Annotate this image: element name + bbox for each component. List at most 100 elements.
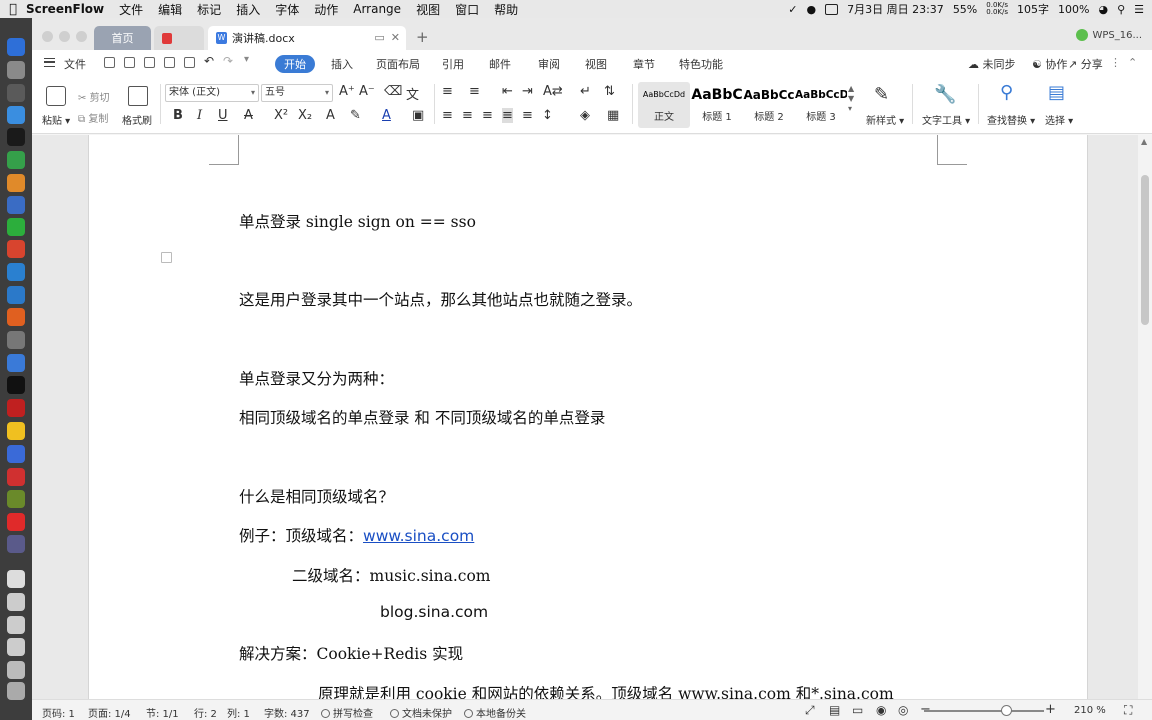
chrome-icon[interactable] — [7, 196, 25, 214]
fit-page-icon[interactable]: ⤢ — [805, 703, 815, 718]
sina-link[interactable]: www.sina.com — [363, 527, 474, 545]
align-left-icon[interactable]: ≡ — [442, 108, 453, 123]
doc-line-solution[interactable]: 解决方案：Cookie+Redis 实现 — [239, 642, 463, 664]
text-tools-button[interactable]: 文字工具 ▾ — [922, 112, 970, 127]
eye-care-icon[interactable]: ◎ — [898, 703, 908, 717]
menu-arrange[interactable]: Arrange — [353, 2, 401, 16]
doc-line-second-level[interactable]: 二级域名：music.sina.com — [292, 564, 490, 586]
zoom-level[interactable]: 210 % — [1074, 705, 1106, 716]
doc-line-definition[interactable]: 这是用户登录其中一个站点，那么其他站点也就随之登录。 — [239, 288, 642, 310]
new-file-icon[interactable] — [104, 57, 115, 68]
doc-line-question[interactable]: 什么是相同顶级域名？ — [239, 485, 394, 507]
folder-icon[interactable] — [7, 616, 25, 634]
select-icon[interactable]: ▤ — [1048, 82, 1065, 103]
find-icon[interactable]: ⚲ — [1000, 82, 1013, 103]
m-app-icon[interactable] — [7, 263, 25, 281]
justify-icon[interactable]: ≡ — [502, 108, 513, 123]
more-options-icon[interactable]: ⋮ — [1110, 56, 1121, 69]
terminal-icon[interactable] — [7, 376, 25, 394]
text-effect-icon[interactable]: A — [326, 108, 335, 123]
finder-icon[interactable] — [7, 38, 25, 56]
bell-icon[interactable]: ● — [807, 3, 817, 16]
paragraph-options-icon[interactable] — [161, 252, 172, 263]
document-protection[interactable]: 文档未保护 — [390, 705, 452, 720]
tab-home[interactable]: 首页 — [94, 26, 151, 50]
export-pdf-icon[interactable] — [164, 57, 175, 68]
tab-start[interactable]: 开始 — [275, 55, 315, 73]
bullet-list-icon[interactable]: ≡ — [442, 84, 453, 99]
paste-button[interactable]: 粘贴 ▾ — [42, 112, 70, 127]
zoom-slider[interactable] — [924, 710, 1044, 712]
clear-format-icon[interactable]: ⌫ — [384, 84, 402, 99]
highlight-icon[interactable]: ✎ — [350, 108, 361, 123]
new-style-icon[interactable]: ✎ — [874, 84, 889, 105]
open-icon[interactable] — [124, 57, 135, 68]
chinese-layout-icon[interactable]: A⇄ — [543, 84, 563, 99]
zoom-in-button[interactable]: + — [1045, 702, 1056, 717]
share-button[interactable]: ↗ 分享 — [1068, 56, 1103, 72]
style-heading1[interactable]: AaBbC 标题 1 — [691, 82, 743, 128]
quick-access-more-icon[interactable]: ▾ — [244, 54, 249, 65]
menu-app[interactable]: ScreenFlow — [26, 2, 104, 16]
style-heading3[interactable]: AaBbCcD 标题 3 — [795, 82, 847, 128]
wps-icon[interactable] — [7, 240, 25, 258]
account-badge[interactable]: WPS_16... — [1076, 29, 1142, 41]
local-backup[interactable]: 本地备份关 — [464, 705, 526, 720]
cut-button[interactable]: ✂ 剪切 — [78, 89, 110, 104]
phonetic-icon[interactable]: 文 — [406, 84, 419, 103]
italic-icon[interactable]: I — [197, 108, 202, 123]
menu-file[interactable]: 文件 — [119, 1, 143, 18]
subscript-icon[interactable]: X₂ — [298, 108, 312, 123]
show-marks-icon[interactable]: ↵ — [580, 84, 591, 99]
hamburger-icon[interactable] — [44, 58, 55, 67]
underline-icon[interactable]: U — [218, 108, 228, 123]
tab-document[interactable]: W 演讲稿.docx ▭ ✕ — [208, 26, 406, 50]
close-window-button[interactable] — [42, 31, 53, 42]
trash-icon[interactable] — [7, 682, 25, 700]
decrease-indent-icon[interactable]: ⇤ — [502, 84, 513, 99]
wifi-icon[interactable]: ◕ — [1098, 3, 1108, 16]
web-view-icon[interactable]: ◉ — [876, 703, 886, 717]
styles-scroll-icon[interactable]: ▲ ▼ ▾ — [848, 84, 854, 114]
status-page-code[interactable]: 页码: 1 — [42, 705, 75, 720]
search-icon[interactable]: ⚲ — [1117, 3, 1125, 16]
doc-line-example[interactable]: 例子：顶级域名：www.sina.com — [239, 524, 474, 546]
doc-line-blog[interactable]: blog.sina.com — [380, 603, 488, 621]
distribute-icon[interactable]: ≡ — [522, 108, 533, 123]
wechat-icon[interactable] — [7, 218, 25, 236]
bold-icon[interactable]: B — [173, 108, 183, 123]
vertical-scrollbar[interactable]: ▲ — [1138, 135, 1152, 699]
settings-icon[interactable] — [7, 84, 25, 102]
recorder-icon[interactable] — [7, 399, 25, 417]
menu-view[interactable]: 视图 — [416, 1, 440, 18]
numbered-list-icon[interactable]: ≡ — [469, 84, 480, 99]
format-painter-label[interactable]: 格式刷 — [122, 112, 152, 127]
tab-mail[interactable]: 邮件 — [489, 56, 511, 72]
doc-line-principle[interactable]: 原理就是利用 cookie 和网站的依赖关系。顶级域名 www.sina.com… — [318, 682, 894, 699]
scrollbar-thumb[interactable] — [1141, 175, 1149, 325]
collapse-ribbon-icon[interactable]: ⌃ — [1128, 56, 1137, 69]
screenshot-icon[interactable] — [7, 593, 25, 611]
photos-icon[interactable] — [7, 535, 25, 553]
apple-icon[interactable]:  — [0, 2, 26, 17]
tab-pdf[interactable] — [154, 26, 204, 50]
preview-icon[interactable] — [7, 490, 25, 508]
minimize-window-button[interactable] — [59, 31, 70, 42]
new-tab-button[interactable]: + — [416, 28, 429, 46]
status-section[interactable]: 节: 1/1 — [146, 705, 179, 720]
feishu-icon[interactable] — [7, 445, 25, 463]
lock-app-icon[interactable] — [7, 354, 25, 372]
increase-indent-icon[interactable]: ⇥ — [522, 84, 533, 99]
collaborate-button[interactable]: ☯ 协作 — [1032, 56, 1067, 72]
save-icon[interactable] — [144, 57, 155, 68]
utility-icon[interactable] — [7, 331, 25, 349]
read-view-icon[interactable]: ▭ — [852, 703, 863, 717]
superscript-icon[interactable]: X² — [274, 108, 288, 123]
screen-record-icon[interactable] — [825, 3, 839, 15]
menu-help[interactable]: 帮助 — [494, 1, 518, 18]
menu-window[interactable]: 窗口 — [455, 1, 479, 18]
line-spacing-icon[interactable]: ↕ — [542, 108, 553, 123]
youtube-icon[interactable] — [7, 513, 25, 531]
font-name-select[interactable]: 宋体 (正文) ▾ — [165, 84, 259, 102]
style-normal[interactable]: AaBbCcDd 正文 — [638, 82, 690, 128]
